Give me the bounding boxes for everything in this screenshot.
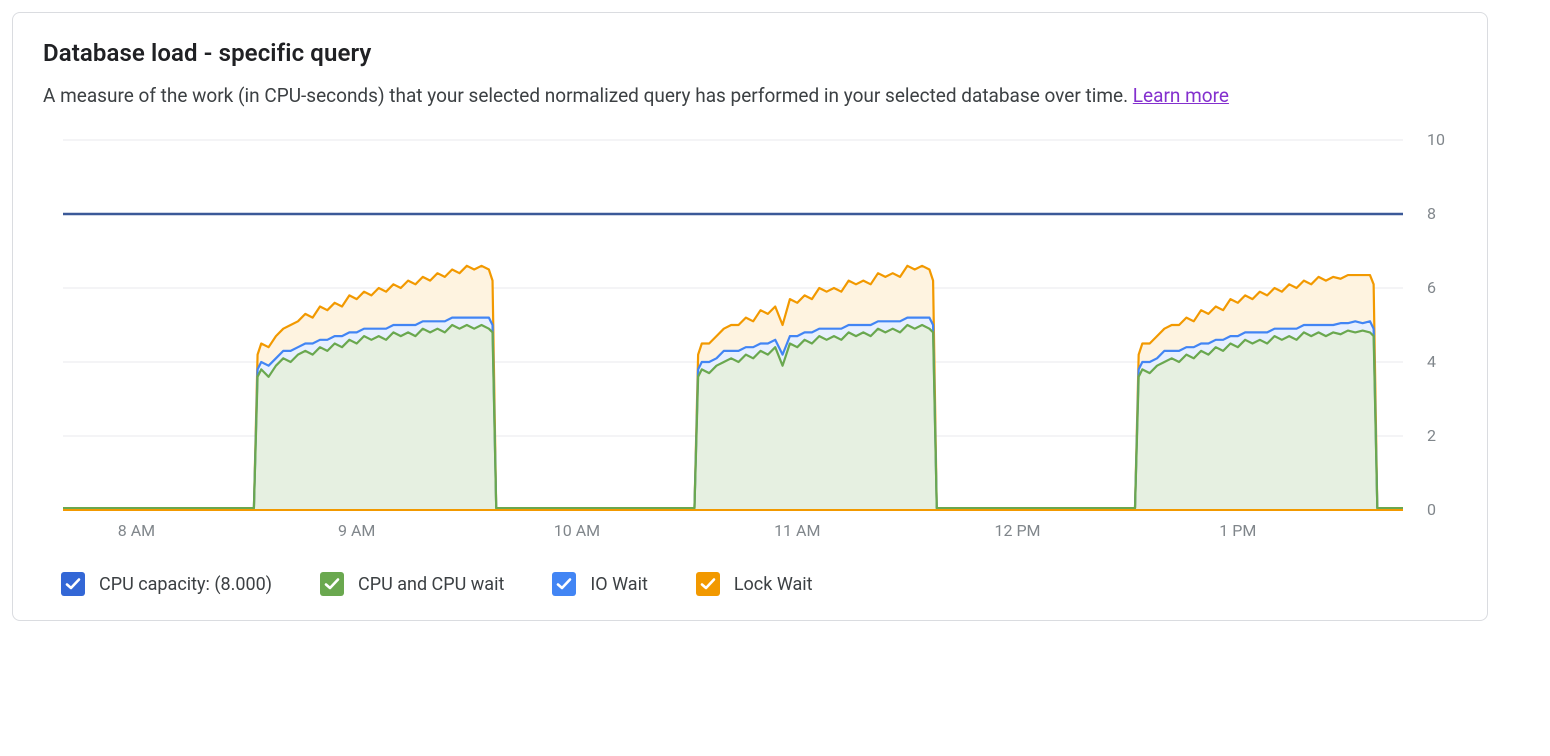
svg-text:10 AM: 10 AM [554,521,600,540]
chart-legend: CPU capacity: (8.000) CPU and CPU wait I… [43,572,1457,596]
legend-label: Lock Wait [734,574,813,595]
database-load-chart: 0 2 4 6 8 10 8 AM 9 AM 10 AM 11 AM 12 PM 1 PM [43,130,1459,550]
chart-subtitle-text: A measure of the work (in CPU-seconds) t… [43,84,1133,107]
checkbox-icon [61,572,85,596]
checkbox-icon [696,572,720,596]
chart-card: Database load - specific query A measure… [12,12,1488,621]
chart-subtitle: A measure of the work (in CPU-seconds) t… [43,81,1457,110]
checkbox-icon [320,572,344,596]
svg-text:11 AM: 11 AM [774,521,820,540]
chart-area: 0 2 4 6 8 10 8 AM 9 AM 10 AM 11 AM 12 PM 1 PM [43,130,1457,550]
svg-text:9 AM: 9 AM [338,521,375,540]
svg-text:6: 6 [1427,278,1436,297]
svg-text:1 PM: 1 PM [1219,521,1256,540]
learn-more-link[interactable]: Learn more [1133,84,1229,107]
svg-text:10: 10 [1427,130,1445,149]
svg-text:0: 0 [1427,500,1436,519]
legend-label: CPU and CPU wait [358,574,504,595]
legend-label: IO Wait [590,574,647,595]
svg-text:4: 4 [1427,352,1436,371]
svg-text:8: 8 [1427,204,1436,223]
checkbox-icon [552,572,576,596]
chart-title: Database load - specific query [43,39,1457,67]
legend-label: CPU capacity: (8.000) [99,574,272,595]
svg-text:2: 2 [1427,426,1436,445]
legend-item-cpu-capacity[interactable]: CPU capacity: (8.000) [61,572,272,596]
legend-item-lock-wait[interactable]: Lock Wait [696,572,813,596]
svg-text:12 PM: 12 PM [995,521,1041,540]
legend-item-cpu-wait[interactable]: CPU and CPU wait [320,572,504,596]
svg-text:8 AM: 8 AM [118,521,155,540]
legend-item-io-wait[interactable]: IO Wait [552,572,647,596]
